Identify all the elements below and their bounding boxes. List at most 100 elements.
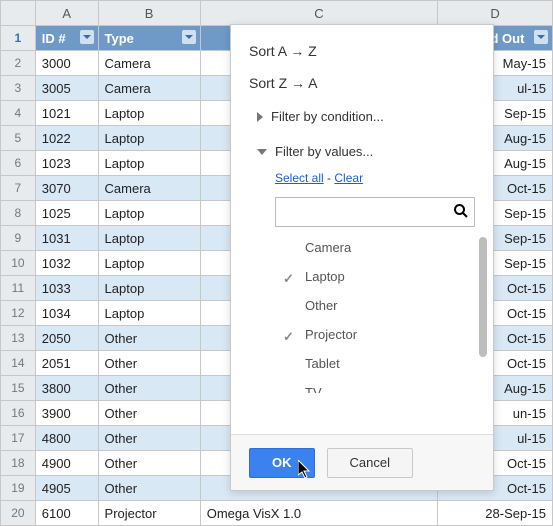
cell-id[interactable]: 1031 [35,226,98,251]
cell-type[interactable]: Laptop [98,251,200,276]
cell-type[interactable]: Other [98,376,200,401]
cell-id[interactable]: 4900 [35,451,98,476]
row-header[interactable]: 2 [1,51,36,76]
cancel-button[interactable]: Cancel [327,448,413,478]
cell-id[interactable]: 3800 [35,376,98,401]
search-icon[interactable] [453,203,469,222]
cell-id[interactable]: 3900 [35,401,98,426]
cell-id[interactable]: 3005 [35,76,98,101]
row-header[interactable]: 17 [1,426,36,451]
filter-value-label: Other [305,298,338,313]
dropdown-buttons: OK Cancel [231,434,493,490]
row-header[interactable]: 6 [1,151,36,176]
chevron-down-icon [257,149,267,155]
cell-id[interactable]: 1033 [35,276,98,301]
cell-type[interactable]: Other [98,326,200,351]
cell-type[interactable]: Other [98,351,200,376]
mouse-cursor [298,460,314,483]
row-header[interactable]: 5 [1,126,36,151]
row-header[interactable]: 4 [1,101,36,126]
filter-value-item[interactable]: ✓ Projector [275,320,487,349]
row-header[interactable]: 7 [1,176,36,201]
filter-arrow-icon[interactable] [182,30,196,44]
check-icon: ✓ [283,329,294,345]
header-type[interactable]: Type [98,26,200,51]
row-header[interactable]: 14 [1,351,36,376]
cell-type[interactable]: Camera [98,176,200,201]
cell-type[interactable]: Other [98,451,200,476]
cell-detail[interactable]: Omega VisX 1.0 [200,501,438,526]
filter-value-label: Tablet [305,356,340,371]
col-header-C[interactable]: C [200,1,438,26]
check-icon: ✓ [283,271,294,287]
col-header-A[interactable]: A [35,1,98,26]
cell-id[interactable]: 1023 [35,151,98,176]
filter-value-label: TV [305,385,322,393]
row-header[interactable]: 18 [1,451,36,476]
row-header[interactable]: 11 [1,276,36,301]
cell-id[interactable]: 1032 [35,251,98,276]
col-header-B[interactable]: B [98,1,200,26]
filter-value-item[interactable]: Tablet [275,349,487,378]
col-header-D[interactable]: D [438,1,553,26]
row-header[interactable]: 19 [1,476,36,501]
cell-type[interactable]: Projector [98,501,200,526]
select-clear-links: Select all - Clear [231,169,493,191]
row-header[interactable]: 15 [1,376,36,401]
filter-search-input[interactable] [275,197,475,227]
cell-type[interactable]: Laptop [98,226,200,251]
clear-link[interactable]: Clear [334,171,363,185]
sort-az[interactable]: Sort A → Z [231,35,493,67]
scrollbar[interactable] [479,237,487,387]
filter-arrow-icon[interactable] [80,30,94,44]
cell-id[interactable]: 3000 [35,51,98,76]
filter-value-item[interactable]: Other [275,291,487,320]
cell-id[interactable]: 1022 [35,126,98,151]
cell-type[interactable]: Camera [98,76,200,101]
row-header[interactable]: 20 [1,501,36,526]
filter-by-condition[interactable]: Filter by condition... [231,99,493,134]
filter-value-item[interactable]: TV [275,378,487,393]
filter-search [275,197,475,227]
row-header[interactable]: 9 [1,226,36,251]
cell-type[interactable]: Laptop [98,276,200,301]
filter-values-list: Camera ✓Laptop Other ✓ Projector Tablet TV [275,233,487,393]
chevron-right-icon [257,112,263,122]
cell-id[interactable]: 1025 [35,201,98,226]
cell-type[interactable]: Other [98,426,200,451]
filter-value-item[interactable]: ✓Laptop [275,262,487,291]
cell-id[interactable]: 2051 [35,351,98,376]
filter-value-item[interactable]: Camera [275,233,487,262]
row-header[interactable]: 13 [1,326,36,351]
cell-id[interactable]: 4905 [35,476,98,501]
sort-za[interactable]: Sort Z → A [231,67,493,99]
row-header[interactable]: 3 [1,76,36,101]
cell-type[interactable]: Laptop [98,101,200,126]
cell-type[interactable]: Other [98,476,200,501]
cell-type[interactable]: Laptop [98,151,200,176]
select-all-link[interactable]: Select all [275,171,324,185]
filter-value-label: Projector [305,327,357,342]
row-header[interactable]: 12 [1,301,36,326]
filter-value-label: Camera [305,240,351,255]
cell-type[interactable]: Laptop [98,126,200,151]
filter-by-condition-label: Filter by condition... [271,109,384,124]
row-header[interactable]: 10 [1,251,36,276]
row-header[interactable]: 1 [1,26,36,51]
cell-type[interactable]: Laptop [98,201,200,226]
row-header[interactable]: 16 [1,401,36,426]
cell-type[interactable]: Other [98,401,200,426]
cell-id[interactable]: 1034 [35,301,98,326]
cell-id[interactable]: 1021 [35,101,98,126]
cell-type[interactable]: Laptop [98,301,200,326]
header-id[interactable]: ID # [35,26,98,51]
cell-type[interactable]: Camera [98,51,200,76]
filter-arrow-icon[interactable] [534,30,548,44]
cell-id[interactable]: 3070 [35,176,98,201]
cell-id[interactable]: 6100 [35,501,98,526]
filter-by-values[interactable]: Filter by values... [231,134,493,169]
cell-id[interactable]: 2050 [35,326,98,351]
cell-checked[interactable]: 28-Sep-15 [438,501,553,526]
row-header[interactable]: 8 [1,201,36,226]
cell-id[interactable]: 4800 [35,426,98,451]
